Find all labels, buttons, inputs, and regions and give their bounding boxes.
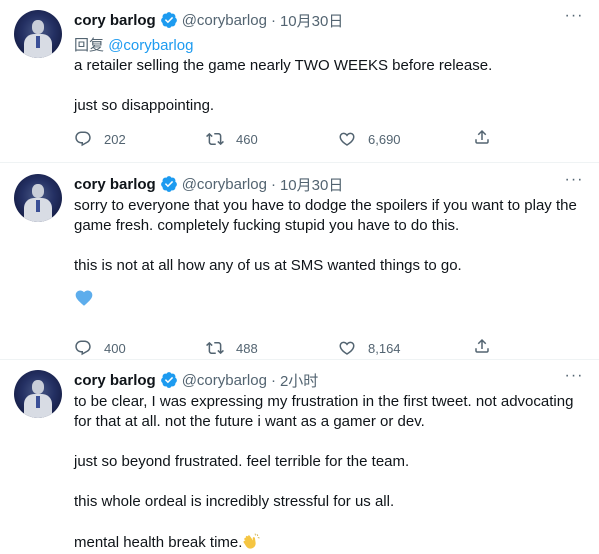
share-button[interactable] <box>473 337 491 360</box>
tweet[interactable]: cory barlog @corybarlog · 2小时 ··· to be … <box>0 360 599 554</box>
waving-hand-icon <box>243 533 261 549</box>
reply-icon <box>75 340 91 356</box>
author-handle[interactable]: @corybarlog <box>182 176 267 193</box>
verified-badge-icon <box>160 176 177 192</box>
retweet-icon <box>206 341 224 355</box>
tweet[interactable]: cory barlog @corybarlog · 10月30日 ··· 回复 … <box>0 0 599 163</box>
share-button[interactable] <box>473 128 491 151</box>
tweet-text: sorry to everyone that you have to dodge… <box>74 196 585 276</box>
retweet-count: 460 <box>236 131 258 147</box>
author-handle[interactable]: @corybarlog <box>182 372 267 389</box>
tweet-header: cory barlog @corybarlog · 10月30日 ··· <box>74 8 585 31</box>
author-name[interactable]: cory barlog <box>74 12 156 29</box>
more-options-icon[interactable]: ··· <box>563 368 585 390</box>
heart-outline-icon <box>339 341 355 355</box>
retweet-button[interactable]: 488 <box>206 339 338 357</box>
share-icon <box>475 338 489 353</box>
action-bar: 202 460 6,690 <box>74 127 585 151</box>
more-options-icon[interactable]: ··· <box>563 8 585 30</box>
avatar[interactable] <box>14 370 62 418</box>
heart-outline-icon <box>339 132 355 146</box>
tweet-paragraph: a retailer selling the game nearly TWO W… <box>74 57 493 74</box>
tweet-paragraph: sorry to everyone that you have to dodge… <box>74 197 577 234</box>
verified-badge-icon <box>160 372 177 388</box>
avatar[interactable] <box>14 174 62 222</box>
timestamp[interactable]: 10月30日 <box>280 10 343 31</box>
tweet-paragraph: this whole ordeal is incredibly stressfu… <box>74 493 395 510</box>
separator-dot: · <box>270 371 276 389</box>
reply-icon <box>75 131 91 147</box>
tweet-paragraph: just so beyond frustrated. feel terrible… <box>74 453 410 470</box>
tweet-paragraph: this is not at all how any of us at SMS … <box>74 257 462 274</box>
blue-heart-icon <box>74 288 585 310</box>
separator-dot: · <box>270 11 276 29</box>
like-count: 8,164 <box>368 340 401 356</box>
tweet-text: a retailer selling the game nearly TWO W… <box>74 56 585 116</box>
tweet-paragraph-last: mental health break time. <box>74 532 585 553</box>
tweet-header: cory barlog @corybarlog · 10月30日 ··· <box>74 172 585 195</box>
separator-dot: · <box>270 175 276 193</box>
like-count: 6,690 <box>368 131 401 147</box>
tweet[interactable]: cory barlog @corybarlog · 10月30日 ··· sor… <box>0 163 599 360</box>
retweet-count: 488 <box>236 340 258 356</box>
more-options-icon[interactable]: ··· <box>563 172 585 194</box>
reply-button[interactable]: 400 <box>74 339 206 357</box>
tweet-paragraph: to be clear, I was expressing my frustra… <box>74 393 574 430</box>
retweet-icon <box>206 132 224 146</box>
reply-button[interactable]: 202 <box>74 130 206 148</box>
retweet-button[interactable]: 460 <box>206 130 338 148</box>
author-name[interactable]: cory barlog <box>74 176 156 193</box>
reply-prefix: 回复 <box>74 37 105 54</box>
author-name[interactable]: cory barlog <box>74 372 156 389</box>
tweet-paragraph: mental health break time. <box>74 534 243 551</box>
tweet-header: cory barlog @corybarlog · 2小时 ··· <box>74 368 585 391</box>
reply-count: 202 <box>104 131 126 147</box>
timestamp[interactable]: 10月30日 <box>280 174 343 195</box>
avatar[interactable] <box>14 10 62 58</box>
share-icon <box>475 129 489 144</box>
action-bar: 400 488 8,164 <box>74 336 585 360</box>
verified-badge-icon <box>160 12 177 28</box>
like-button[interactable]: 6,690 <box>338 130 486 148</box>
timestamp[interactable]: 2小时 <box>280 370 318 391</box>
reply-count: 400 <box>104 340 126 356</box>
reply-context: 回复 @corybarlog <box>74 34 585 54</box>
tweet-text: to be clear, I was expressing my frustra… <box>74 392 585 553</box>
author-handle[interactable]: @corybarlog <box>182 12 267 29</box>
like-button[interactable]: 8,164 <box>338 339 486 357</box>
reply-mention-link[interactable]: @corybarlog <box>108 37 193 54</box>
tweet-paragraph: just so disappointing. <box>74 97 215 114</box>
